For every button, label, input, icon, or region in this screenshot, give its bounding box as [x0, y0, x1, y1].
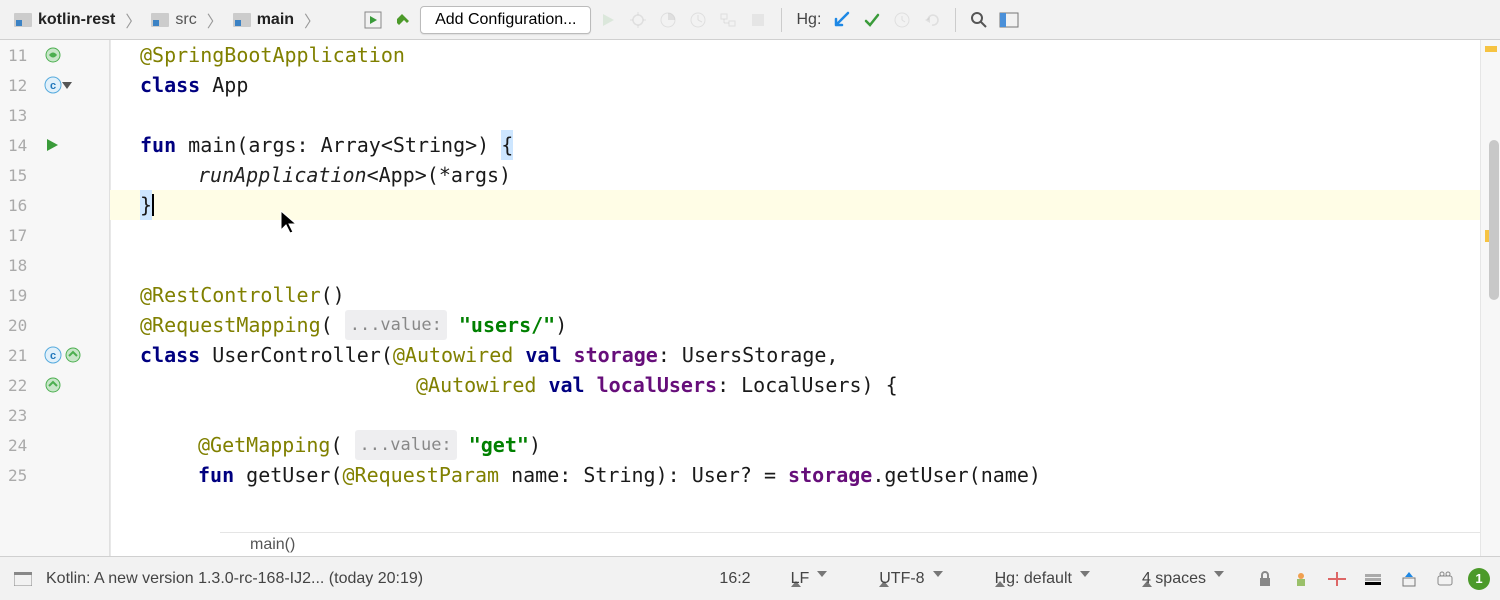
- line-number: 18: [8, 256, 27, 275]
- vcs-update-icon[interactable]: [829, 7, 855, 33]
- encoding-selector[interactable]: UTF-8: [855, 570, 960, 588]
- warning-marker[interactable]: [1485, 46, 1497, 52]
- vcs-history-icon[interactable]: [889, 7, 915, 33]
- class-icon[interactable]: c: [44, 346, 62, 364]
- stop-icon[interactable]: [745, 7, 771, 33]
- line-number: 23: [8, 406, 27, 425]
- profile-icon[interactable]: [685, 7, 711, 33]
- line-number: 13: [8, 106, 27, 125]
- line-number: 11: [8, 46, 27, 65]
- spring-bean-icon[interactable]: [44, 46, 62, 64]
- toolbar-separator: [781, 8, 782, 32]
- memory-indicator-icon[interactable]: [1360, 566, 1386, 592]
- caret-position[interactable]: 16:2: [713, 570, 756, 588]
- event-log-badge[interactable]: 1: [1468, 568, 1490, 590]
- line-number: 21: [8, 346, 27, 365]
- coverage-icon[interactable]: [655, 7, 681, 33]
- line-number: 17: [8, 226, 27, 245]
- error-stripe[interactable]: [1480, 40, 1500, 556]
- line-number: 14: [8, 136, 27, 155]
- code-line[interactable]: [110, 100, 1480, 130]
- line-number: 24: [8, 436, 27, 455]
- code-line[interactable]: [110, 220, 1480, 250]
- run-icon[interactable]: [595, 7, 621, 33]
- code-line[interactable]: @Autowired val localUsers: LocalUsers) {: [110, 370, 1480, 400]
- build-hammer-icon[interactable]: [390, 7, 416, 33]
- editor: 11 12 c 13 14 15 16 17 18 19 20 21 c 22 …: [0, 40, 1500, 556]
- svg-text:c: c: [50, 80, 56, 92]
- code-line[interactable]: [110, 400, 1480, 430]
- gutter[interactable]: 11 12 c 13 14 15 16 17 18 19 20 21 c 22 …: [0, 40, 110, 556]
- line-separator-selector[interactable]: LF: [767, 570, 846, 588]
- folder-icon: [151, 13, 169, 27]
- code-line[interactable]: runApplication<App>(*args): [110, 160, 1480, 190]
- code-line[interactable]: fun main(args: Array<String>) {: [110, 130, 1480, 160]
- line-number: 22: [8, 376, 27, 395]
- dropdown-marker-icon[interactable]: [62, 80, 72, 90]
- run-target-icon[interactable]: [360, 7, 386, 33]
- folder-icon: [233, 13, 251, 27]
- line-number: 20: [8, 316, 27, 335]
- tool-windows-icon[interactable]: [10, 566, 36, 592]
- code-line[interactable]: @RequestMapping( ...value: "users/"): [110, 310, 1480, 340]
- svg-text:c: c: [50, 350, 56, 362]
- line-number: 25: [8, 466, 27, 485]
- code-line[interactable]: [110, 250, 1480, 280]
- code-line[interactable]: @SpringBootApplication: [110, 40, 1480, 70]
- breadcrumb-project[interactable]: kotlin-rest: [10, 9, 119, 31]
- breadcrumb-src[interactable]: src: [147, 9, 200, 31]
- line-number: 16: [8, 196, 27, 215]
- code-line[interactable]: @GetMapping( ...value: "get"): [110, 430, 1480, 460]
- chevron-right-icon: 〉: [304, 8, 320, 32]
- add-configuration-button[interactable]: Add Configuration...: [420, 6, 591, 34]
- class-icon[interactable]: c: [44, 76, 62, 94]
- code-line[interactable]: @RestController(): [110, 280, 1480, 310]
- editor-breadcrumb[interactable]: main(): [220, 532, 1480, 556]
- code-line[interactable]: class UserController(@Autowired val stor…: [110, 340, 1480, 370]
- outgoing-changes-icon[interactable]: [1396, 566, 1422, 592]
- scrollbar-thumb[interactable]: [1489, 140, 1499, 300]
- mouse-cursor-icon: [280, 210, 300, 236]
- breadcrumb-main[interactable]: main: [229, 9, 298, 31]
- debug-icon[interactable]: [625, 7, 651, 33]
- search-icon[interactable]: [966, 7, 992, 33]
- code-area[interactable]: @SpringBootApplication class App fun mai…: [110, 40, 1480, 556]
- vcs-revert-icon[interactable]: [919, 7, 945, 33]
- nav-to-autowired-icon[interactable]: [64, 346, 82, 364]
- separator-icon[interactable]: [1324, 566, 1350, 592]
- breadcrumb-label: src: [175, 11, 196, 29]
- code-line-current[interactable]: }: [110, 190, 1480, 220]
- vcs-label: Hg:: [796, 11, 821, 29]
- chevron-right-icon: 〉: [125, 8, 141, 32]
- nav-to-autowired-icon[interactable]: [44, 376, 62, 394]
- code-line[interactable]: class App: [110, 70, 1480, 100]
- project-structure-icon[interactable]: [996, 7, 1022, 33]
- toolbar-separator: [955, 8, 956, 32]
- breadcrumb-label: kotlin-rest: [38, 11, 115, 29]
- line-number: 19: [8, 286, 27, 305]
- indent-selector[interactable]: 4 spaces: [1118, 570, 1242, 588]
- concurrency-icon[interactable]: [715, 7, 741, 33]
- run-gutter-icon[interactable]: [44, 137, 60, 153]
- status-bar: Kotlin: A new version 1.3.0-rc-168-IJ2..…: [0, 556, 1500, 600]
- chevron-right-icon: 〉: [207, 8, 223, 32]
- vcs-commit-icon[interactable]: [859, 7, 885, 33]
- vcs-branch-selector[interactable]: Hg: default: [971, 570, 1108, 588]
- lock-icon[interactable]: [1252, 566, 1278, 592]
- status-message[interactable]: Kotlin: A new version 1.3.0-rc-168-IJ2..…: [46, 570, 423, 588]
- code-line[interactable]: fun getUser(@RequestParam name: String):…: [110, 460, 1480, 490]
- background-tasks-icon[interactable]: [1432, 566, 1458, 592]
- breadcrumb-label: main: [257, 11, 294, 29]
- line-number: 15: [8, 166, 27, 185]
- main-toolbar: kotlin-rest 〉 src 〉 main 〉 Add Configura…: [0, 0, 1500, 40]
- hector-inspections-icon[interactable]: [1288, 566, 1314, 592]
- text-caret: [152, 194, 154, 216]
- folder-icon: [14, 13, 32, 27]
- line-number: 12: [8, 76, 27, 95]
